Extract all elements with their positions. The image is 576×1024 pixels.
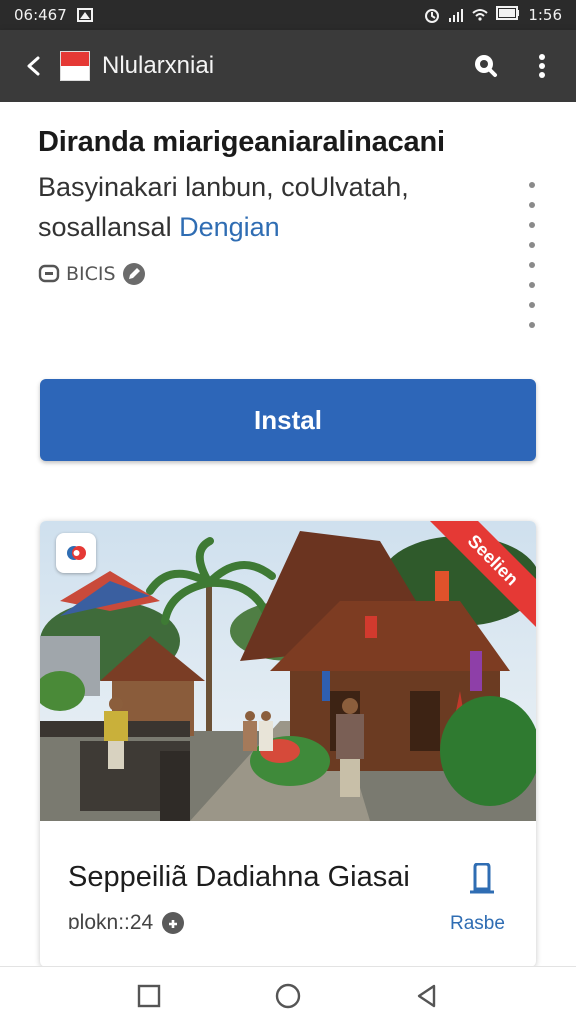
recents-icon xyxy=(138,984,161,1007)
back-triangle-icon xyxy=(417,984,435,1007)
app-badge-icon xyxy=(56,533,96,573)
chat-icon xyxy=(38,264,60,283)
info-icon[interactable] xyxy=(161,911,185,935)
install-button[interactable]: Instal xyxy=(40,379,536,461)
card-action-link[interactable]: Rasbe xyxy=(450,913,505,935)
status-time: 06:467 xyxy=(14,6,67,24)
description-link[interactable]: Dengian xyxy=(179,212,280,242)
alarm-icon xyxy=(424,8,440,23)
app-bar: Nlularxniai xyxy=(0,30,576,102)
app-name: Diranda miarigeaniaralinacani xyxy=(38,126,445,158)
signal-icon xyxy=(448,8,464,22)
bookmark-button[interactable] xyxy=(464,861,500,897)
app-bar-title: Nlularxniai xyxy=(102,52,215,79)
back-nav-button[interactable] xyxy=(405,974,449,1018)
battery-icon xyxy=(496,6,520,24)
ribbon: Seelien xyxy=(426,521,536,631)
meta-label: BICIS xyxy=(66,263,116,285)
back-icon xyxy=(27,56,40,76)
feature-card[interactable]: Seelien Seppeiliã Dadiahna Giasai ɒlokn:… xyxy=(40,521,536,967)
more-vert-icon xyxy=(539,54,545,78)
search-button[interactable] xyxy=(464,46,504,86)
home-icon xyxy=(275,983,301,1008)
feature-image: Seelien xyxy=(40,521,536,821)
ribbon-label: Seelien xyxy=(426,521,536,631)
card-meta: ɒlokn::24 xyxy=(68,911,185,935)
bookmark-icon xyxy=(470,863,494,894)
app-meta-row: BICIS xyxy=(38,262,146,286)
scroll-indicator xyxy=(526,182,538,332)
description-text: sosallansal xyxy=(38,212,172,242)
more-options-button[interactable] xyxy=(522,46,562,86)
recents-button[interactable] xyxy=(127,974,171,1018)
card-meta-text: ɒlokn::24 xyxy=(68,911,154,934)
app-info-section: Diranda miarigeaniaralinacani Basyinakar… xyxy=(0,102,576,342)
app-description-line1: Basyinakari lanbun, coUlvatah, xyxy=(38,172,409,202)
back-button[interactable] xyxy=(14,46,54,86)
status-bar: 06:467 1:56 xyxy=(0,0,576,30)
card-title: Seppeiliã Dadiahna Giasai xyxy=(68,861,410,893)
wifi-icon xyxy=(472,8,488,22)
search-icon xyxy=(475,55,497,77)
flag-icon xyxy=(60,51,90,81)
system-nav-bar xyxy=(0,966,576,1024)
edit-badge-icon[interactable] xyxy=(122,262,146,286)
notification-icon xyxy=(76,8,93,22)
home-button[interactable] xyxy=(266,974,310,1018)
status-clock: 1:56 xyxy=(528,6,562,24)
app-description-line2: sosallansal Dengian xyxy=(38,212,280,243)
